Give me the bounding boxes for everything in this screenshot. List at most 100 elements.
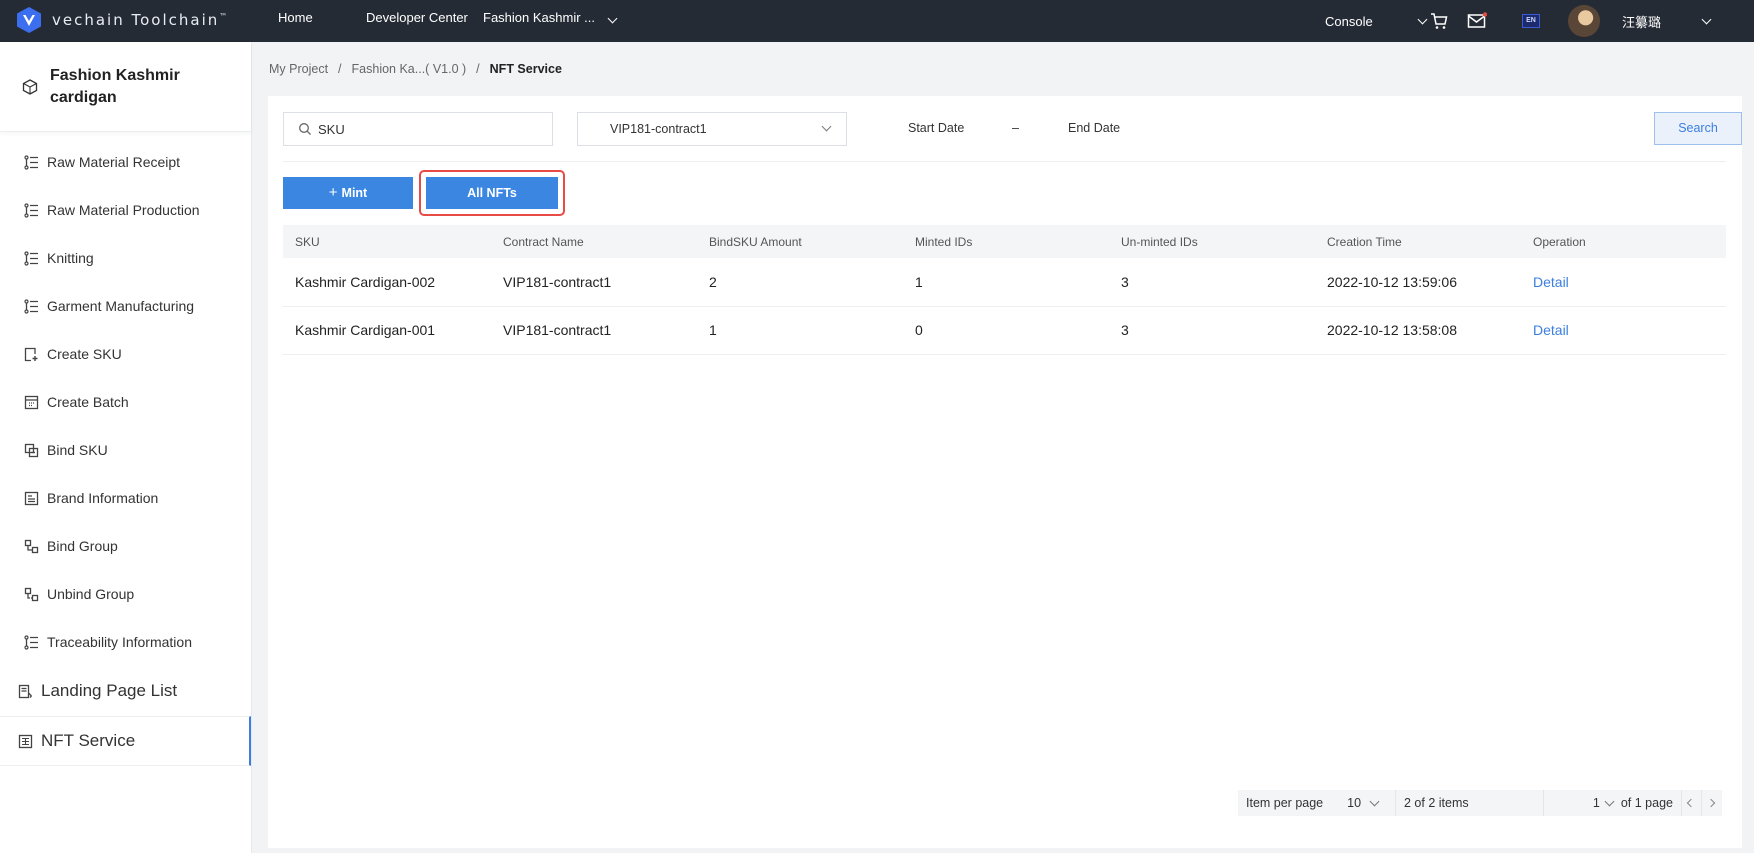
date-range-separator: – <box>1012 121 1019 135</box>
chevron-right-icon <box>1706 798 1716 808</box>
end-date-input[interactable]: End Date <box>1068 121 1120 135</box>
sidebar-item-nft-service[interactable]: NFT Service <box>0 716 251 766</box>
sku-search-input[interactable]: SKU <box>283 112 553 146</box>
group-icon <box>24 587 39 601</box>
mint-button[interactable]: + Mint <box>283 177 413 209</box>
per-page-value: 10 <box>1347 796 1362 810</box>
sidebar-item-label: Create Batch <box>47 394 129 410</box>
sidebar-item-label: NFT Service <box>41 731 136 750</box>
chevron-down-icon <box>1417 14 1428 24</box>
detail-link[interactable]: Detail <box>1521 258 1726 307</box>
chevron-down-icon <box>821 121 832 132</box>
console-label: Console <box>1325 13 1373 29</box>
items-per-page[interactable]: Item per page 10 <box>1238 790 1396 816</box>
sidebar-item-create-batch[interactable]: Create Batch <box>0 378 251 426</box>
sidebar-item-label: Traceability Information <box>47 634 192 650</box>
cell-contract-name: VIP181-contract1 <box>491 258 697 307</box>
breadcrumb-separator: / <box>338 62 342 76</box>
brand-logo[interactable]: vechain Toolchain™ <box>16 6 227 34</box>
cell-sku: Kashmir Cardigan-002 <box>283 258 491 307</box>
sidebar-item-brand-information[interactable]: Brand Information <box>0 474 251 522</box>
start-date-input[interactable]: Start Date <box>908 121 964 135</box>
nav-developer-center[interactable]: Developer Center <box>366 0 468 42</box>
nav-project-label: Fashion Kashmir ... <box>483 10 595 25</box>
page-value: 1 <box>1592 796 1600 810</box>
project-title: Fashion Kashmir cardigan <box>50 66 180 106</box>
chevron-down-icon <box>1604 796 1615 806</box>
breadcrumb-separator: / <box>476 62 480 76</box>
calendar-grid-icon <box>24 395 39 409</box>
sidebar-item-garment-manufacturing[interactable]: Garment Manufacturing <box>0 282 251 330</box>
list-icon <box>24 298 38 314</box>
nav-home[interactable]: Home <box>278 0 313 42</box>
divider <box>283 161 1726 162</box>
col-bindsku-amount: BindSKU Amount <box>709 234 802 249</box>
col-operation: Operation <box>1533 234 1586 249</box>
cell-creation-time: 2022-10-12 13:59:06 <box>1315 258 1521 307</box>
breadcrumb-project-version[interactable]: Fashion Ka...( V1.0 ) <box>352 62 467 76</box>
cart-button[interactable] <box>1430 0 1448 42</box>
project-header: Fashion Kashmir cardigan <box>0 42 251 132</box>
next-page-button[interactable] <box>1702 790 1722 816</box>
prev-page-button[interactable] <box>1682 790 1702 816</box>
sidebar-item-raw-material-receipt[interactable]: Raw Material Receipt <box>0 138 251 186</box>
cell-creation-time: 2022-10-12 13:58:08 <box>1315 306 1521 355</box>
sidebar-item-label: Create SKU <box>47 346 122 362</box>
col-contract-name: Contract Name <box>503 234 584 249</box>
sidebar-item-unbind-group[interactable]: Unbind Group <box>0 570 251 618</box>
sidebar-item-raw-material-production[interactable]: Raw Material Production <box>0 186 251 234</box>
nav-project-dropdown[interactable]: Fashion Kashmir ... <box>483 0 618 42</box>
page-count: of 1 page <box>1620 796 1673 810</box>
chevron-down-icon <box>1369 796 1380 806</box>
sidebar-item-create-sku[interactable]: Create SKU <box>0 330 251 378</box>
cell-minted-ids: 1 <box>903 258 1109 307</box>
list-icon <box>24 202 38 218</box>
plus-icon: + <box>328 184 338 201</box>
sidebar-item-bind-group[interactable]: Bind Group <box>0 522 251 570</box>
cube-icon <box>22 78 38 95</box>
sidebar-item-label: Brand Information <box>47 490 159 506</box>
avatar <box>1568 5 1600 37</box>
mail-button[interactable] <box>1467 0 1487 42</box>
add-doc-icon <box>24 347 38 361</box>
all-nfts-button[interactable]: All NFTs <box>426 177 558 209</box>
breadcrumb-my-project[interactable]: My Project <box>269 62 328 76</box>
sidebar: Fashion Kashmir cardigan Raw Material Re… <box>0 42 252 853</box>
nft-service-panel: SKU VIP181-contract1 Start Date – End Da… <box>268 96 1742 848</box>
cell-bindsku-amount: 1 <box>697 306 903 355</box>
sidebar-item-landing-page-list[interactable]: Landing Page List <box>0 666 251 716</box>
user-menu[interactable]: 汪纂璐 <box>1568 0 1712 42</box>
sidebar-item-bind-sku[interactable]: Bind SKU <box>0 426 251 474</box>
sidebar-item-knitting[interactable]: Knitting <box>0 234 251 282</box>
detail-link[interactable]: Detail <box>1521 306 1726 355</box>
group-icon <box>24 539 39 553</box>
sidebar-item-traceability-information[interactable]: Traceability Information <box>0 618 251 666</box>
console-dropdown[interactable]: Console <box>1325 0 1428 42</box>
cell-unminted-ids: 3 <box>1109 306 1315 355</box>
language-switch[interactable]: EN <box>1522 0 1540 42</box>
per-page-label: Item per page <box>1246 796 1324 810</box>
highlight-frame: All NFTs <box>419 170 565 216</box>
cell-sku: Kashmir Cardigan-001 <box>283 306 491 355</box>
sidebar-item-label: Raw Material Production <box>47 202 200 218</box>
list-icon <box>24 250 38 266</box>
cell-minted-ids: 0 <box>903 306 1109 355</box>
top-bar: vechain Toolchain™ Home Developer Center… <box>0 0 1754 42</box>
table-row: Kashmir Cardigan-002 VIP181-contract1 2 … <box>283 258 1726 307</box>
pagination: Item per page 10 2 of 2 items 1 of 1 pag… <box>1238 790 1722 816</box>
bind-icon <box>24 443 39 457</box>
cell-contract-name: VIP181-contract1 <box>491 306 697 355</box>
sidebar-item-label: Bind SKU <box>47 442 108 458</box>
nft-table: SKU Contract Name BindSKU Amount Minted … <box>283 225 1726 355</box>
table-row: Kashmir Cardigan-001 VIP181-contract1 1 … <box>283 306 1726 355</box>
language-badge: EN <box>1522 14 1540 28</box>
search-placeholder: SKU <box>318 121 345 137</box>
contract-select[interactable]: VIP181-contract1 <box>577 112 847 146</box>
sidebar-item-label: Knitting <box>47 250 94 266</box>
chevron-down-icon <box>1701 14 1712 24</box>
page-select[interactable]: 1 of 1 page <box>1544 790 1682 816</box>
cell-bindsku-amount: 2 <box>697 258 903 307</box>
sidebar-item-label: Garment Manufacturing <box>47 298 195 314</box>
mint-label: Mint <box>341 186 368 200</box>
search-button[interactable]: Search <box>1654 112 1742 145</box>
